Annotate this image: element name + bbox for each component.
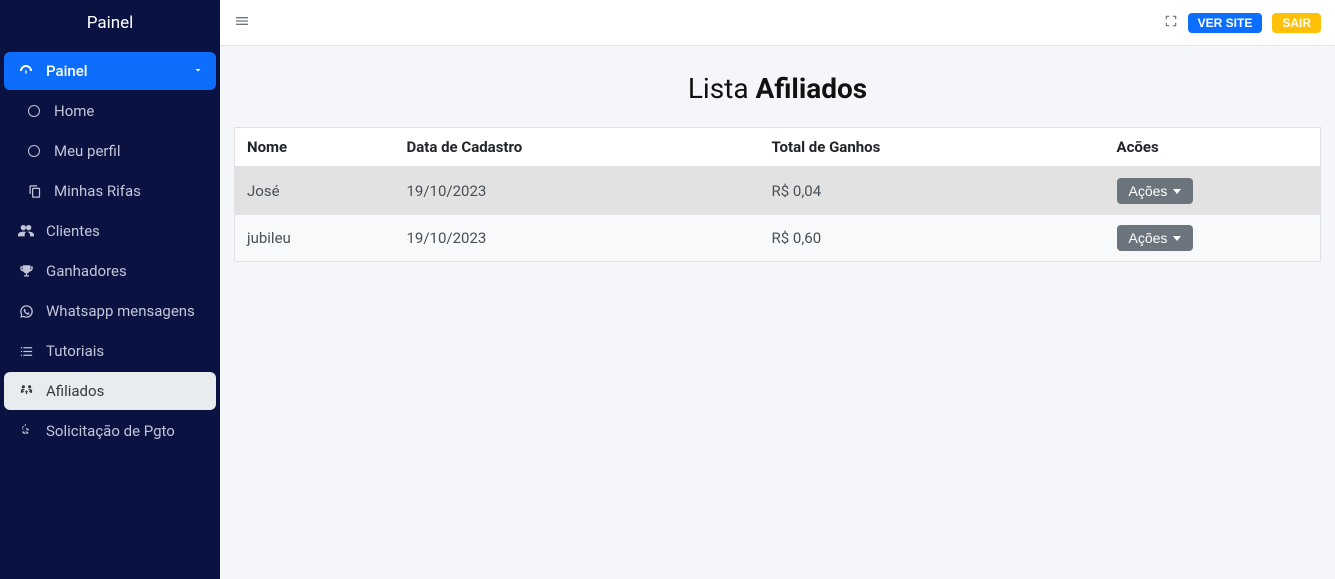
fullscreen-icon[interactable]	[1164, 14, 1178, 32]
cell-nome: jubileu	[235, 215, 395, 262]
th-total: Total de Ganhos	[760, 128, 1105, 168]
th-nome: Nome	[235, 128, 395, 168]
sidebar-item-label: Minhas Rifas	[54, 182, 141, 200]
table-row: José 19/10/2023 R$ 0,04 Ações	[235, 167, 1321, 215]
table-row: jubileu 19/10/2023 R$ 0,60 Ações	[235, 215, 1321, 262]
circle-icon	[24, 105, 44, 117]
sidebar-item-meu-perfil[interactable]: Meu perfil	[12, 132, 216, 170]
sidebar-item-label: Ganhadores	[46, 262, 127, 280]
sidebar-item-label: Meu perfil	[54, 142, 120, 160]
cell-data: 19/10/2023	[395, 167, 760, 215]
users-icon	[16, 223, 36, 239]
acoes-dropdown-button[interactable]: Ações	[1117, 225, 1194, 251]
sidebar-item-label: Afiliados	[46, 382, 104, 400]
acoes-dropdown-button[interactable]: Ações	[1117, 178, 1194, 204]
dollar-icon	[16, 424, 36, 439]
circle-icon	[24, 145, 44, 157]
cell-total: R$ 0,04	[760, 167, 1105, 215]
list-icon	[16, 344, 36, 359]
chevron-down-icon	[192, 62, 204, 80]
sair-button[interactable]: SAIR	[1272, 13, 1321, 33]
sidebar-item-label: Whatsapp mensagens	[46, 302, 195, 320]
sidebar-item-label: Tutoriais	[46, 342, 104, 360]
sidebar-nav: Painel Home Meu perfil M	[0, 46, 220, 456]
trophy-icon	[16, 264, 36, 279]
acoes-label: Ações	[1129, 183, 1168, 199]
sidebar-item-ganhadores[interactable]: Ganhadores	[4, 252, 216, 290]
cell-acoes: Ações	[1105, 215, 1321, 262]
sidebar-item-label: Solicitação de Pgto	[46, 422, 175, 440]
caret-down-icon	[1173, 236, 1181, 241]
sidebar-item-label: Home	[54, 102, 94, 120]
people-arrows-icon	[16, 384, 36, 399]
sidebar-item-label: Clientes	[46, 222, 100, 240]
acoes-label: Ações	[1129, 230, 1168, 246]
sidebar-item-afiliados[interactable]: Afiliados	[4, 372, 216, 410]
dashboard-icon	[16, 63, 36, 79]
sidebar-item-label: Painel	[46, 62, 88, 80]
th-acoes: Acões	[1105, 128, 1321, 168]
page-title-prefix: Lista	[688, 72, 756, 105]
sidebar-item-home[interactable]: Home	[12, 92, 216, 130]
sidebar-item-minhas-rifas[interactable]: Minhas Rifas	[12, 172, 216, 210]
sidebar-item-solicitacao-pgto[interactable]: Solicitação de Pgto	[4, 412, 216, 450]
cell-acoes: Ações	[1105, 167, 1321, 215]
sidebar-title: Painel	[0, 0, 220, 46]
caret-down-icon	[1173, 189, 1181, 194]
cell-total: R$ 0,60	[760, 215, 1105, 262]
page-title-bold: Afiliados	[756, 72, 868, 105]
ver-site-button[interactable]: VER SITE	[1188, 13, 1263, 33]
sidebar: Painel Painel Home Meu perfil	[0, 0, 220, 579]
menu-toggle-icon[interactable]	[234, 13, 250, 33]
page-title: Lista Afiliados	[234, 72, 1321, 105]
afiliados-table: Nome Data de Cadastro Total de Ganhos Ac…	[234, 127, 1321, 262]
sidebar-item-clientes[interactable]: Clientes	[4, 212, 216, 250]
sidebar-item-whatsapp[interactable]: Whatsapp mensagens	[4, 292, 216, 330]
topbar: VER SITE SAIR	[220, 0, 1335, 46]
whatsapp-icon	[16, 304, 36, 319]
content: Lista Afiliados Nome Data de Cadastro To…	[220, 46, 1335, 282]
th-data: Data de Cadastro	[395, 128, 760, 168]
cell-data: 19/10/2023	[395, 215, 760, 262]
sidebar-item-tutoriais[interactable]: Tutoriais	[4, 332, 216, 370]
sidebar-item-painel[interactable]: Painel	[4, 52, 216, 90]
clone-icon	[24, 184, 44, 199]
cell-nome: José	[235, 167, 395, 215]
main: VER SITE SAIR Lista Afiliados Nome Data …	[220, 0, 1335, 579]
